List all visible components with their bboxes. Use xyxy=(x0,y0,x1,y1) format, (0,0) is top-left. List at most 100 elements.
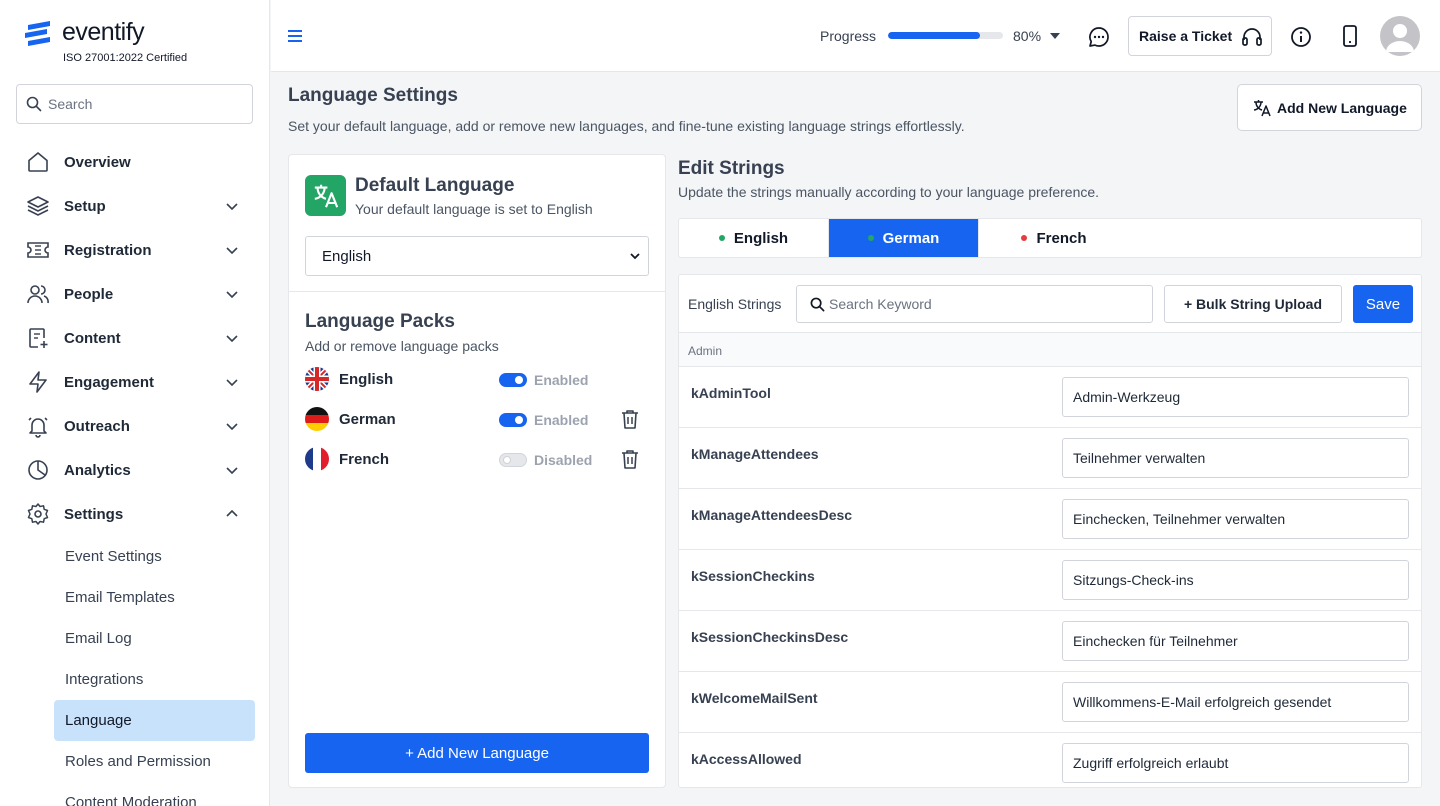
string-row: kAccessAllowed xyxy=(679,733,1421,787)
chevron-down-icon xyxy=(226,335,238,343)
user-avatar-icon xyxy=(1386,24,1414,52)
language-pack-name: English xyxy=(339,371,394,388)
user-avatar[interactable] xyxy=(1380,16,1420,56)
chevron-down-icon xyxy=(226,379,238,387)
sidebar-item-content[interactable]: Content xyxy=(0,316,269,360)
sidebar-item-people[interactable]: People xyxy=(0,272,269,316)
progress-bar xyxy=(888,32,1003,39)
string-value-input[interactable] xyxy=(1062,682,1409,722)
chevron-down-icon xyxy=(226,423,238,431)
string-key: kAdminTool xyxy=(691,385,771,401)
raise-ticket-button[interactable]: Raise a Ticket xyxy=(1128,16,1272,56)
subnav-item-roles-permission[interactable]: Roles and Permission xyxy=(54,741,255,782)
trash-icon[interactable] xyxy=(621,449,639,469)
tab-label: English xyxy=(733,229,789,247)
language-pack-toggle[interactable] xyxy=(499,413,527,427)
language-packs-title: Language Packs xyxy=(305,311,455,332)
string-value-input[interactable] xyxy=(1062,560,1409,600)
tab-french[interactable]: French xyxy=(979,219,1129,257)
germany-flag-icon xyxy=(305,407,329,431)
certification-label: ISO 27001:2022 Certified xyxy=(63,52,188,64)
chat-icon[interactable] xyxy=(1088,26,1110,48)
mobile-phone-icon[interactable] xyxy=(1342,25,1358,47)
language-card: Default Language Your default language i… xyxy=(288,154,666,788)
trash-icon[interactable] xyxy=(621,409,639,429)
default-language-title: Default Language xyxy=(355,175,515,196)
tab-label: French xyxy=(1036,229,1087,247)
string-value-input[interactable] xyxy=(1062,377,1409,417)
language-pack-toggle[interactable] xyxy=(499,453,527,467)
brand-name: eventify xyxy=(62,18,145,46)
progress-label: Progress xyxy=(820,28,877,44)
string-row: kSessionCheckins xyxy=(679,550,1421,611)
uk-flag-icon xyxy=(305,367,329,391)
progress-bar-fill xyxy=(888,32,980,39)
search-icon xyxy=(810,297,825,311)
brand-logo[interactable]: eventify xyxy=(24,18,145,47)
language-pack-status: Enabled xyxy=(534,412,589,428)
string-value-input[interactable] xyxy=(1062,743,1409,783)
page-title: Language Settings xyxy=(288,85,458,106)
language-pack-toggle[interactable] xyxy=(499,373,527,387)
subnav-item-event-settings[interactable]: Event Settings xyxy=(54,536,255,577)
default-language-badge xyxy=(305,175,346,216)
hamburger-menu-icon[interactable] xyxy=(287,28,303,44)
string-value-input[interactable] xyxy=(1062,438,1409,478)
strings-panel: English Strings + Bulk String Upload Sav… xyxy=(678,274,1422,788)
bulk-string-upload-button[interactable]: + Bulk String Upload xyxy=(1164,285,1342,323)
language-tabs: English German French xyxy=(678,218,1422,258)
tab-label: German xyxy=(882,229,940,247)
string-row: kManageAttendeesDesc xyxy=(679,489,1421,550)
subnav-item-email-templates[interactable]: Email Templates xyxy=(54,577,255,618)
sidebar-item-label: Engagement xyxy=(64,373,155,391)
tab-german[interactable]: German xyxy=(829,219,979,257)
sidebar-item-overview[interactable]: Overview xyxy=(0,140,269,184)
bell-icon xyxy=(28,417,48,438)
status-dot xyxy=(1021,235,1028,241)
string-row: kWelcomeMailSent xyxy=(679,672,1421,733)
sidebar-item-label: Analytics xyxy=(64,461,131,479)
string-value-input[interactable] xyxy=(1062,499,1409,539)
translate-icon xyxy=(314,184,338,208)
status-dot xyxy=(867,235,874,241)
language-packs-subtitle: Add or remove language packs xyxy=(305,338,499,354)
status-dot xyxy=(718,235,725,241)
sidebar-item-setup[interactable]: Setup xyxy=(0,184,269,228)
keyword-search[interactable] xyxy=(796,285,1153,323)
subnav-item-language[interactable]: Language xyxy=(54,700,255,741)
language-pack-row: French Disabled xyxy=(305,447,649,473)
chevron-down-icon xyxy=(226,291,238,299)
sidebar-item-analytics[interactable]: Analytics xyxy=(0,448,269,492)
add-language-pack-button[interactable]: + Add New Language xyxy=(305,733,649,773)
sidebar-item-outreach[interactable]: Outreach xyxy=(0,404,269,448)
string-row: kSessionCheckinsDesc xyxy=(679,611,1421,672)
save-button[interactable]: Save xyxy=(1353,285,1413,323)
sidebar-item-settings[interactable]: Settings xyxy=(0,492,269,536)
caret-down-icon[interactable] xyxy=(1050,33,1060,39)
sidebar-search-input[interactable] xyxy=(48,96,238,112)
tab-english[interactable]: English xyxy=(679,219,829,257)
add-new-language-button[interactable]: Add New Language xyxy=(1237,84,1422,131)
default-language-subtitle: Your default language is set to English xyxy=(355,201,593,217)
subnav-item-email-log[interactable]: Email Log xyxy=(54,618,255,659)
chevron-down-icon xyxy=(630,253,640,260)
gear-icon xyxy=(27,503,49,525)
lightning-icon xyxy=(29,371,47,393)
sidebar-item-label: Overview xyxy=(64,153,131,171)
default-language-select[interactable]: English xyxy=(305,236,649,276)
string-value-input[interactable] xyxy=(1062,621,1409,661)
chevron-down-icon xyxy=(226,203,238,211)
home-icon xyxy=(28,152,48,172)
keyword-search-input[interactable] xyxy=(829,296,1129,312)
sidebar-item-label: Settings xyxy=(64,505,124,523)
subnav-item-integrations[interactable]: Integrations xyxy=(54,659,255,700)
string-key: kAccessAllowed xyxy=(691,751,802,767)
strings-label: English Strings xyxy=(688,296,782,312)
sidebar-item-registration[interactable]: Registration xyxy=(0,228,269,272)
section-header: Admin xyxy=(679,333,1421,367)
language-pack-status: Disabled xyxy=(534,452,593,468)
subnav-item-content-moderation[interactable]: Content Moderation xyxy=(54,782,255,806)
sidebar-search[interactable] xyxy=(16,84,253,124)
info-icon[interactable] xyxy=(1290,26,1312,48)
sidebar-item-engagement[interactable]: Engagement xyxy=(0,360,269,404)
